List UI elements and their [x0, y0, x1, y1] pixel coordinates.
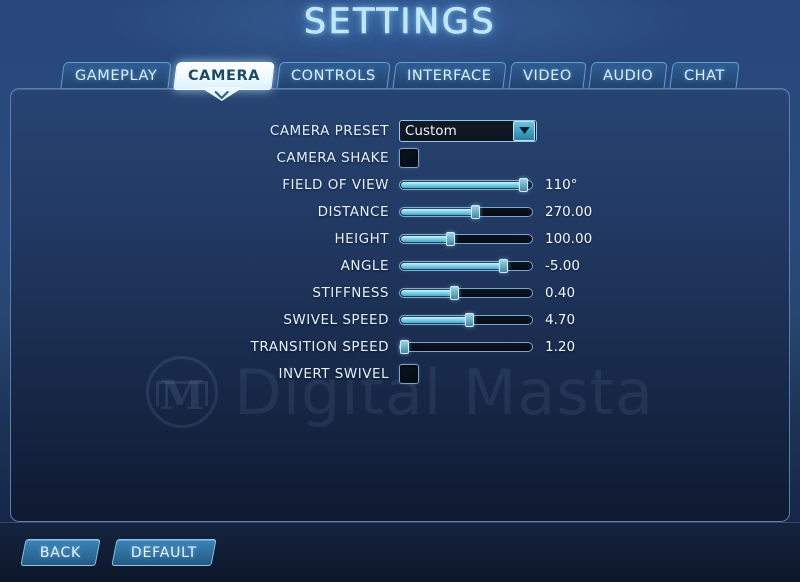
slider-value: 110° [545, 176, 578, 193]
slider-fill [401, 208, 475, 215]
dropdown-selected-value: Custom [405, 122, 457, 139]
tab-label: CAMERA [188, 68, 261, 84]
setting-row: ANGLE -5.00 [11, 252, 789, 279]
slider-handle[interactable] [471, 204, 481, 219]
page-title: SETTINGS [303, 2, 497, 43]
setting-label: TRANSITION SPEED [250, 338, 389, 355]
slider-handle[interactable] [518, 177, 528, 192]
setting-row: DISTANCE 270.00 [11, 198, 789, 225]
slider-fill [401, 235, 450, 242]
setting-label: FIELD OF VIEW [282, 176, 389, 193]
slider-stiffness[interactable] [399, 285, 533, 300]
back-button-label: BACK [39, 545, 81, 561]
slider-value: 0.40 [545, 284, 576, 301]
tab-label: INTERFACE [407, 68, 492, 84]
slider-value: 270.00 [545, 203, 593, 220]
chevron-down-icon [214, 91, 229, 99]
dropdown-camera-preset[interactable]: Custom [399, 119, 537, 142]
slider-value: -5.00 [545, 257, 580, 274]
setting-row: TRANSITION SPEED 1.20 [11, 333, 789, 360]
setting-control: 100.00 [399, 231, 592, 247]
slider-angle[interactable] [399, 258, 533, 273]
setting-row: SWIVEL SPEED 4.70 [11, 306, 789, 333]
setting-label: INVERT SWIVEL [278, 365, 389, 382]
default-button-label: DEFAULT [130, 545, 198, 561]
tab-camera[interactable]: CAMERA [173, 62, 276, 99]
tab-label: AUDIO [602, 68, 654, 84]
slider-handle[interactable] [464, 312, 474, 327]
slider-handle[interactable] [446, 231, 456, 246]
tab-interface[interactable]: INTERFACE [392, 62, 507, 90]
tab-video[interactable]: VIDEO [508, 62, 587, 90]
setting-control: 270.00 [399, 204, 592, 220]
setting-label: CAMERA PRESET [269, 122, 389, 139]
tab-label: CHAT [684, 68, 726, 84]
setting-control: -5.00 [399, 258, 580, 274]
setting-label: SWIVEL SPEED [283, 311, 389, 328]
setting-label: ANGLE [340, 257, 389, 274]
setting-row: HEIGHT 100.00 [11, 225, 789, 252]
setting-control: 1.20 [399, 339, 575, 355]
slider-handle[interactable] [450, 285, 460, 300]
checkbox-camera-shake[interactable] [399, 147, 419, 168]
slider-transition-speed[interactable] [399, 339, 533, 354]
tab-gameplay[interactable]: GAMEPLAY [60, 62, 172, 90]
tab-label: GAMEPLAY [74, 68, 158, 84]
slider-handle[interactable] [498, 258, 508, 273]
slider-value: 1.20 [545, 338, 576, 355]
setting-row: INVERT SWIVEL [11, 360, 789, 387]
setting-label: STIFFNESS [312, 284, 389, 301]
settings-screen: SETTINGS GAMEPLAY CAMERA CONTROLS INTERFACE… [0, 0, 800, 582]
title-bar: SETTINGS [0, 2, 800, 50]
slider-handle[interactable] [399, 339, 409, 354]
slider-fill [401, 262, 502, 269]
slider-height[interactable] [399, 231, 533, 246]
slider-value: 100.00 [545, 230, 593, 247]
back-button[interactable]: BACK [20, 539, 101, 566]
setting-label: CAMERA SHAKE [276, 149, 389, 166]
setting-row: FIELD OF VIEW 110° [11, 171, 789, 198]
chevron-down-icon [518, 127, 530, 134]
setting-control: 4.70 [399, 312, 575, 328]
setting-row: CAMERA PRESET Custom [11, 117, 789, 144]
slider-distance[interactable] [399, 204, 533, 219]
slider-fill [401, 289, 454, 296]
settings-panel: M Digital Masta CAMERA PRESET Custom CAMER… [10, 88, 790, 522]
default-button[interactable]: DEFAULT [111, 539, 217, 566]
setting-row: CAMERA SHAKE [11, 144, 789, 171]
dropdown-toggle-button[interactable] [513, 120, 535, 141]
tab-controls[interactable]: CONTROLS [276, 62, 391, 90]
slider-fill [401, 181, 522, 188]
tab-bar: GAMEPLAY CAMERA CONTROLS INTERFACE VIDEO AUDI… [0, 60, 800, 99]
setting-control: 110° [399, 177, 578, 193]
slider-fill [401, 316, 468, 323]
slider-swivel-speed[interactable] [399, 312, 533, 327]
setting-control [399, 363, 419, 384]
tab-audio[interactable]: AUDIO [588, 62, 668, 90]
slider-field-of-view[interactable] [399, 177, 533, 192]
setting-control: 0.40 [399, 285, 575, 301]
tab-label: VIDEO [522, 68, 572, 84]
tab-label: CONTROLS [291, 68, 377, 84]
footer-bar: BACK DEFAULT [0, 522, 800, 582]
setting-control [399, 147, 419, 168]
setting-label: DISTANCE [317, 203, 389, 220]
setting-row: STIFFNESS 0.40 [11, 279, 789, 306]
settings-list: CAMERA PRESET Custom CAMERA SHAKE FIELD OF … [11, 117, 789, 387]
setting-label: HEIGHT [334, 230, 389, 247]
slider-value: 4.70 [545, 311, 576, 328]
setting-control: Custom [399, 119, 537, 142]
checkbox-invert-swivel[interactable] [399, 363, 419, 384]
tab-chat[interactable]: CHAT [669, 62, 740, 90]
